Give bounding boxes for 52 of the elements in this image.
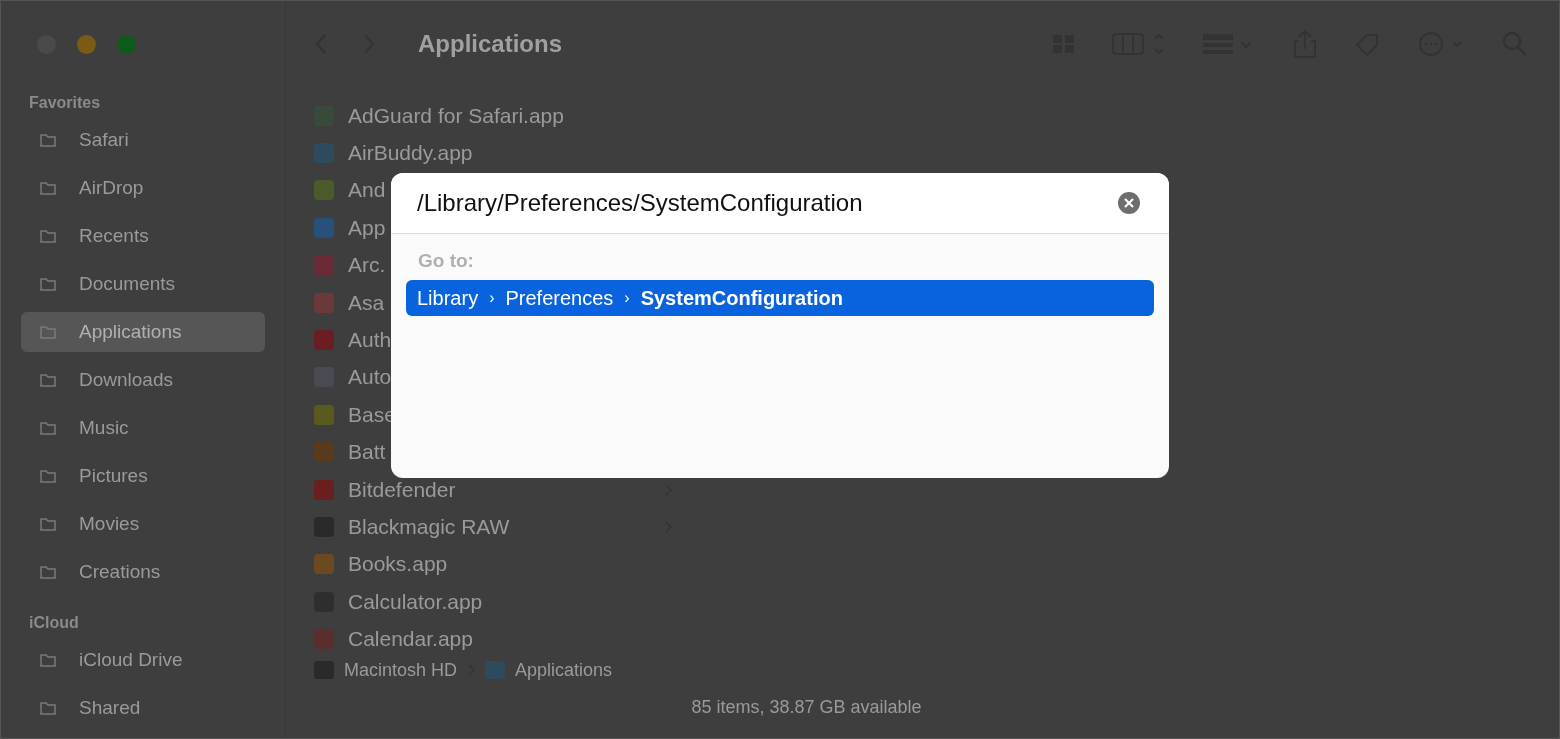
file-name[interactable]: Auto [348, 365, 392, 390]
sidebar-item[interactable]: Applications [21, 312, 265, 352]
file-name[interactable]: AirBuddy.app [348, 141, 473, 166]
window-control-button[interactable] [77, 35, 96, 54]
sidebar-item[interactable]: Safari [21, 120, 265, 160]
folder-icon [39, 275, 57, 293]
sidebar-header: iCloud [28, 614, 80, 633]
file-name[interactable]: Bitdefender [348, 477, 456, 502]
folder-icon [39, 131, 57, 149]
folder-icon [39, 515, 57, 533]
folder-icon [39, 179, 57, 197]
sidebar-item[interactable]: Pictures [21, 456, 265, 496]
path-field[interactable]: /Library/Preferences/SystemConfiguration [391, 173, 1169, 234]
file-name[interactable]: App [348, 215, 386, 240]
suggestion-item[interactable]: Library › Preferences › SystemConfiguration [406, 280, 1154, 316]
file-name[interactable]: Calculator.app [348, 589, 483, 614]
file-name[interactable]: AdGuard for Safari.app [348, 103, 564, 128]
sidebar-item[interactable]: Documents [21, 264, 265, 304]
file-name[interactable]: Batt [348, 440, 386, 465]
window-title: Applications [418, 30, 562, 58]
sidebar-item[interactable]: Music [21, 408, 265, 448]
folder-icon [39, 227, 57, 245]
folder-icon [39, 467, 57, 485]
folder-icon [39, 563, 57, 581]
folder-icon [39, 371, 57, 389]
file-name[interactable]: And [348, 178, 386, 203]
folder-icon [485, 661, 506, 679]
file-name[interactable]: Books.app [348, 552, 448, 577]
sidebar-item[interactable]: Movies [21, 504, 265, 544]
folder-icon [39, 419, 57, 437]
file-name[interactable]: Arc. [348, 253, 386, 278]
file-name[interactable]: Calendar.app [348, 627, 473, 652]
folder-icon [39, 323, 57, 341]
sidebar-item[interactable]: iCloud Drive [21, 640, 265, 680]
sidebar-item[interactable]: Creations [21, 552, 265, 592]
folder-icon [39, 651, 57, 669]
status-text: 85 items, 38.87 GB available [691, 696, 922, 718]
path-input-field[interactable]: /Library/Preferences/SystemConfiguration [417, 189, 1117, 217]
sidebar-item[interactable]: AirDrop [21, 168, 265, 208]
file-name[interactable]: Asa [348, 290, 385, 315]
section-label: Go to: [417, 250, 475, 272]
path-item[interactable]: Applications [515, 659, 613, 681]
sidebar-item[interactable]: Shared [21, 688, 265, 728]
folder-icon [39, 699, 57, 717]
sidebar-item[interactable]: Downloads [21, 360, 265, 400]
window-control-button[interactable] [117, 35, 136, 54]
file-name[interactable]: Blackmagic RAW [348, 515, 510, 539]
path-item[interactable]: Macintosh HD [344, 659, 458, 681]
sidebar-header: Favorites [28, 94, 102, 113]
sidebar-item[interactable]: Recents [21, 216, 265, 256]
clear-icon[interactable] [1117, 191, 1141, 215]
file-name[interactable]: Auth [348, 328, 392, 353]
